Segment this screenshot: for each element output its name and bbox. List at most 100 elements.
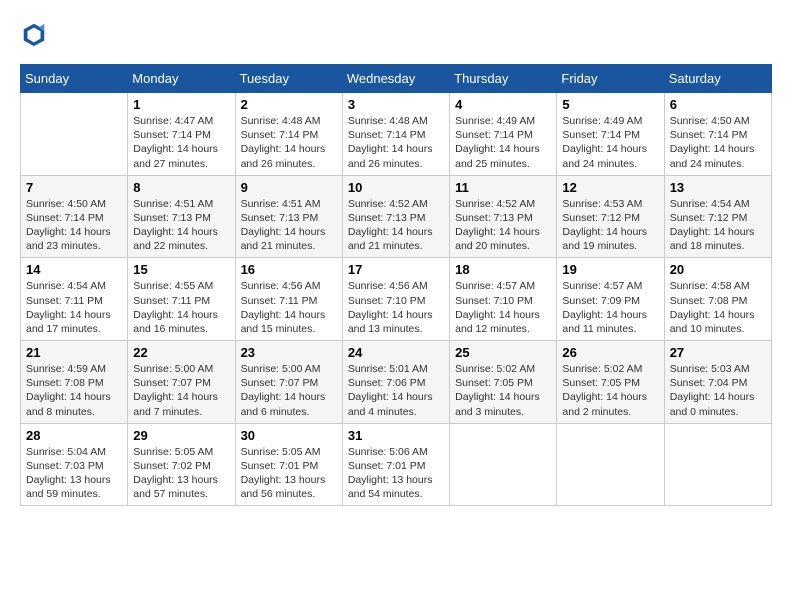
calendar-cell: 19Sunrise: 4:57 AM Sunset: 7:09 PM Dayli… <box>557 258 664 341</box>
calendar-cell: 16 Sunrise: 4:56 AM Sunset: 7:11 PM Dayli… <box>235 258 342 341</box>
calendar-table: SundayMondayTuesdayWednesdayThursdayFrid… <box>20 64 772 506</box>
day-info: Sunrise: 5:04 AM Sunset: 7:03 PM Dayligh… <box>26 445 122 502</box>
day-number: 18 <box>455 262 551 277</box>
day-number: 21 <box>26 345 122 360</box>
calendar-week-row: 14 Sunrise: 4:54 AM Sunset: 7:11 PM Dayli… <box>21 258 772 341</box>
day-number: 30 <box>241 428 337 443</box>
logo-icon <box>20 20 48 48</box>
day-number: 3 <box>348 97 444 112</box>
calendar-cell: 10 Sunrise: 4:52 AM Sunset: 7:13 PM Dayli… <box>342 175 449 258</box>
day-info: Sunrise: 5:02 AM Sunset: 7:05 PM Dayligh… <box>455 362 551 419</box>
day-info: Sunrise: 4:57 AM Sunset: 7:10 PM Dayligh… <box>455 279 551 336</box>
day-info: Sunrise: 5:01 AM Sunset: 7:06 PM Dayligh… <box>348 362 444 419</box>
calendar-cell: 2Sunrise: 4:48 AM Sunset: 7:14 PM Daylig… <box>235 93 342 176</box>
day-number: 9 <box>241 180 337 195</box>
day-info: Sunrise: 4:50 AM Sunset: 7:14 PM Dayligh… <box>26 197 122 254</box>
calendar-cell: 9 Sunrise: 4:51 AM Sunset: 7:13 PM Daylig… <box>235 175 342 258</box>
day-number: 1 <box>133 97 229 112</box>
calendar-cell <box>557 423 664 506</box>
calendar-cell: 17 Sunrise: 4:56 AM Sunset: 7:10 PM Dayli… <box>342 258 449 341</box>
calendar-cell: 6 Sunrise: 4:50 AM Sunset: 7:14 PM Daylig… <box>664 93 771 176</box>
calendar-cell: 27 Sunrise: 5:03 AM Sunset: 7:04 PM Dayli… <box>664 341 771 424</box>
calendar-cell: 20Sunrise: 4:58 AM Sunset: 7:08 PM Dayli… <box>664 258 771 341</box>
calendar-cell: 28 Sunrise: 5:04 AM Sunset: 7:03 PM Dayli… <box>21 423 128 506</box>
day-number: 13 <box>670 180 766 195</box>
calendar-cell: 31 Sunrise: 5:06 AM Sunset: 7:01 PM Dayli… <box>342 423 449 506</box>
day-info: Sunrise: 4:51 AM Sunset: 7:13 PM Dayligh… <box>241 197 337 254</box>
day-number: 4 <box>455 97 551 112</box>
calendar-cell: 4Sunrise: 4:49 AM Sunset: 7:14 PM Daylig… <box>450 93 557 176</box>
day-info: Sunrise: 4:52 AM Sunset: 7:13 PM Dayligh… <box>348 197 444 254</box>
day-number: 15 <box>133 262 229 277</box>
day-info: Sunrise: 4:54 AM Sunset: 7:11 PM Dayligh… <box>26 279 122 336</box>
day-info: Sunrise: 4:48 AM Sunset: 7:14 PM Dayligh… <box>348 114 444 171</box>
calendar-cell: 25 Sunrise: 5:02 AM Sunset: 7:05 PM Dayli… <box>450 341 557 424</box>
day-number: 8 <box>133 180 229 195</box>
calendar-week-row: 1 Sunrise: 4:47 AM Sunset: 7:14 PM Daylig… <box>21 93 772 176</box>
calendar-cell: 26 Sunrise: 5:02 AM Sunset: 7:05 PM Dayli… <box>557 341 664 424</box>
day-info: Sunrise: 4:56 AM Sunset: 7:11 PM Dayligh… <box>241 279 337 336</box>
col-header-tuesday: Tuesday <box>235 65 342 93</box>
calendar-cell: 30 Sunrise: 5:05 AM Sunset: 7:01 PM Dayli… <box>235 423 342 506</box>
col-header-wednesday: Wednesday <box>342 65 449 93</box>
day-number: 22 <box>133 345 229 360</box>
calendar-week-row: 7 Sunrise: 4:50 AM Sunset: 7:14 PM Daylig… <box>21 175 772 258</box>
day-number: 28 <box>26 428 122 443</box>
day-info: Sunrise: 4:55 AM Sunset: 7:11 PM Dayligh… <box>133 279 229 336</box>
day-info: Sunrise: 5:06 AM Sunset: 7:01 PM Dayligh… <box>348 445 444 502</box>
page-header <box>20 20 772 48</box>
day-number: 7 <box>26 180 122 195</box>
day-number: 6 <box>670 97 766 112</box>
calendar-cell: 13 Sunrise: 4:54 AM Sunset: 7:12 PM Dayli… <box>664 175 771 258</box>
calendar-cell: 14 Sunrise: 4:54 AM Sunset: 7:11 PM Dayli… <box>21 258 128 341</box>
day-info: Sunrise: 4:56 AM Sunset: 7:10 PM Dayligh… <box>348 279 444 336</box>
day-number: 25 <box>455 345 551 360</box>
calendar-week-row: 21Sunrise: 4:59 AM Sunset: 7:08 PM Dayli… <box>21 341 772 424</box>
day-info: Sunrise: 4:48 AM Sunset: 7:14 PM Dayligh… <box>241 114 337 171</box>
calendar-cell: 22Sunrise: 5:00 AM Sunset: 7:07 PM Dayli… <box>128 341 235 424</box>
col-header-saturday: Saturday <box>664 65 771 93</box>
day-info: Sunrise: 4:53 AM Sunset: 7:12 PM Dayligh… <box>562 197 658 254</box>
day-info: Sunrise: 4:50 AM Sunset: 7:14 PM Dayligh… <box>670 114 766 171</box>
day-number: 5 <box>562 97 658 112</box>
day-info: Sunrise: 4:51 AM Sunset: 7:13 PM Dayligh… <box>133 197 229 254</box>
day-number: 14 <box>26 262 122 277</box>
calendar-cell: 5 Sunrise: 4:49 AM Sunset: 7:14 PM Daylig… <box>557 93 664 176</box>
day-info: Sunrise: 4:49 AM Sunset: 7:14 PM Dayligh… <box>562 114 658 171</box>
day-info: Sunrise: 5:05 AM Sunset: 7:01 PM Dayligh… <box>241 445 337 502</box>
calendar-header-row: SundayMondayTuesdayWednesdayThursdayFrid… <box>21 65 772 93</box>
col-header-sunday: Sunday <box>21 65 128 93</box>
day-number: 24 <box>348 345 444 360</box>
calendar-cell <box>21 93 128 176</box>
calendar-cell: 21Sunrise: 4:59 AM Sunset: 7:08 PM Dayli… <box>21 341 128 424</box>
day-number: 12 <box>562 180 658 195</box>
logo <box>20 20 52 48</box>
calendar-cell <box>664 423 771 506</box>
day-number: 29 <box>133 428 229 443</box>
day-info: Sunrise: 4:58 AM Sunset: 7:08 PM Dayligh… <box>670 279 766 336</box>
col-header-thursday: Thursday <box>450 65 557 93</box>
col-header-monday: Monday <box>128 65 235 93</box>
day-info: Sunrise: 5:02 AM Sunset: 7:05 PM Dayligh… <box>562 362 658 419</box>
calendar-cell: 15 Sunrise: 4:55 AM Sunset: 7:11 PM Dayli… <box>128 258 235 341</box>
calendar-cell: 7 Sunrise: 4:50 AM Sunset: 7:14 PM Daylig… <box>21 175 128 258</box>
day-number: 31 <box>348 428 444 443</box>
day-number: 16 <box>241 262 337 277</box>
day-number: 10 <box>348 180 444 195</box>
calendar-cell: 12 Sunrise: 4:53 AM Sunset: 7:12 PM Dayli… <box>557 175 664 258</box>
day-info: Sunrise: 4:57 AM Sunset: 7:09 PM Dayligh… <box>562 279 658 336</box>
day-number: 27 <box>670 345 766 360</box>
day-info: Sunrise: 4:54 AM Sunset: 7:12 PM Dayligh… <box>670 197 766 254</box>
day-info: Sunrise: 5:03 AM Sunset: 7:04 PM Dayligh… <box>670 362 766 419</box>
calendar-cell: 3 Sunrise: 4:48 AM Sunset: 7:14 PM Daylig… <box>342 93 449 176</box>
calendar-cell: 24 Sunrise: 5:01 AM Sunset: 7:06 PM Dayli… <box>342 341 449 424</box>
calendar-cell: 29Sunrise: 5:05 AM Sunset: 7:02 PM Dayli… <box>128 423 235 506</box>
day-number: 26 <box>562 345 658 360</box>
calendar-cell: 11Sunrise: 4:52 AM Sunset: 7:13 PM Dayli… <box>450 175 557 258</box>
calendar-cell: 8 Sunrise: 4:51 AM Sunset: 7:13 PM Daylig… <box>128 175 235 258</box>
day-info: Sunrise: 4:52 AM Sunset: 7:13 PM Dayligh… <box>455 197 551 254</box>
day-number: 17 <box>348 262 444 277</box>
calendar-cell: 18 Sunrise: 4:57 AM Sunset: 7:10 PM Dayli… <box>450 258 557 341</box>
day-info: Sunrise: 4:47 AM Sunset: 7:14 PM Dayligh… <box>133 114 229 171</box>
calendar-cell: 23Sunrise: 5:00 AM Sunset: 7:07 PM Dayli… <box>235 341 342 424</box>
